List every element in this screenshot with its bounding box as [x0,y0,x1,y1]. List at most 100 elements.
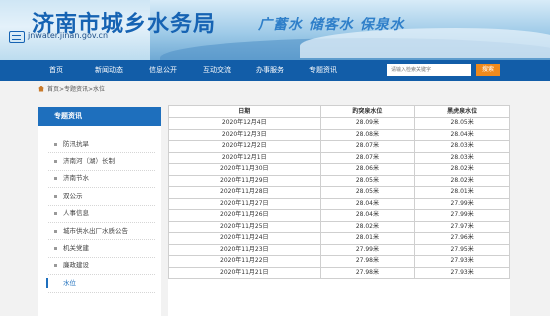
table-row: 2020年12月3日 28.08米 28.04米 [168,128,510,141]
nav-item-services[interactable]: 办事服务 [249,60,291,81]
date-cell: 2020年12月1日 [168,151,321,164]
heihu-spring-level-cell: 27.97米 [414,220,510,233]
date-cell: 2020年12月3日 [168,128,321,141]
date-cell: 2020年12月2日 [168,140,321,153]
sidebar-item-label: 双公示 [63,191,83,200]
heihu-spring-level-cell: 27.93米 [414,266,510,279]
column-header-date: 日期 [168,105,321,118]
nav-item-disclosure[interactable]: 信息公开 [142,60,184,81]
table-row: 2020年11月28日 28.05米 28.01米 [168,186,510,199]
table-row: 2020年11月24日 28.01米 27.96米 [168,232,510,245]
table-header-row: 日期 趵突泉水位 黑虎泉水位 [168,105,510,118]
table-row: 2020年12月1日 28.07米 28.03米 [168,151,510,164]
bullet-icon [54,212,57,216]
bullet-icon [54,177,57,181]
sidebar-item[interactable]: 双公示 [48,188,155,206]
date-cell: 2020年11月26日 [168,209,321,222]
date-cell: 2020年11月22日 [168,255,321,268]
baotu-spring-level-cell: 28.07米 [319,140,416,153]
baotu-spring-level-cell: 28.09米 [319,117,416,130]
baotu-spring-level-cell: 27.99米 [319,243,416,256]
banner-slogan: 广蓄水 储客水 保泉水 [258,17,405,33]
breadcrumb: 首页>专题资讯>水位 [38,84,105,93]
baotu-spring-level-cell: 28.02米 [319,220,416,233]
sidebar-item-label: 济南节水 [63,174,89,183]
date-cell: 2020年11月24日 [168,232,321,245]
sidebar-item-label: 防汛抗旱 [63,139,89,148]
nav-item-topics[interactable]: 专题资讯 [302,60,344,81]
table-row: 2020年11月25日 28.02米 27.97米 [168,220,510,233]
search-input[interactable] [387,64,471,76]
bullet-icon [54,247,57,251]
bullet-icon [54,142,57,146]
table-row: 2020年11月21日 27.98米 27.93米 [168,266,510,279]
site-domain: jnwater.jinan.gov.cn [28,31,109,40]
heihu-spring-level-cell: 28.04米 [414,128,510,141]
date-cell: 2020年11月21日 [168,266,321,279]
heihu-spring-level-cell: 27.95米 [414,243,510,256]
header-banner: 济南市城乡水务局 jnwater.jinan.gov.cn 广蓄水 储客水 保泉… [0,0,550,60]
nav-item-interaction[interactable]: 互动交流 [196,60,238,81]
breadcrumb-text[interactable]: 首页>专题资讯>水位 [47,84,105,93]
baotu-spring-level-cell: 27.98米 [319,266,416,279]
sidebar-item-label: 人事信息 [63,209,89,218]
sidebar-item[interactable]: 城市供水出厂水质公告 [48,223,155,241]
nav-item-news[interactable]: 新闻动态 [88,60,130,81]
sidebar-item-label: 机关党建 [63,244,89,253]
sidebar-item[interactable]: 防汛抗旱 [48,136,155,154]
water-level-table: 日期 趵突泉水位 黑虎泉水位 2020年12月4日 28.09米 28.05米 202… [168,105,510,279]
date-cell: 2020年11月28日 [168,186,321,199]
sidebar-item-label: 廉政建设 [63,261,89,270]
date-cell: 2020年11月25日 [168,220,321,233]
nav-item-home[interactable]: 首页 [42,60,70,81]
heihu-spring-level-cell: 27.96米 [414,232,510,245]
logo-icon[interactable] [9,31,25,43]
baotu-spring-level-cell: 28.05米 [319,174,416,187]
sidebar-item[interactable]: 人事信息 [48,206,155,223]
bullet-icon [54,229,57,233]
date-cell: 2020年11月29日 [168,174,321,187]
baotu-spring-level-cell: 28.04米 [319,197,416,210]
table-row: 2020年12月2日 28.07米 28.03米 [168,140,510,153]
search-button[interactable]: 搜索 [476,64,500,76]
heihu-spring-level-cell: 28.02米 [414,163,510,176]
bullet-icon [54,194,57,198]
baotu-spring-level-cell: 28.01米 [319,232,416,245]
sidebar-item[interactable]: 水位 [46,275,155,293]
sidebar-item[interactable]: 廉政建设 [48,258,155,276]
table-row: 2020年12月4日 28.09米 28.05米 [168,117,510,130]
baotu-spring-level-cell: 28.05米 [319,186,416,199]
table-row: 2020年11月22日 27.98米 27.93米 [168,255,510,268]
sidebar-item-label: 水位 [63,278,76,287]
table-row: 2020年11月27日 28.04米 27.99米 [168,197,510,210]
heihu-spring-level-cell: 28.01米 [414,186,510,199]
sidebar-item-label: 济南河（湖）长制 [63,157,115,166]
table-row: 2020年11月23日 27.99米 27.95米 [168,243,510,256]
heihu-spring-level-cell: 28.03米 [414,140,510,153]
baotu-spring-level-cell: 28.04米 [319,209,416,222]
baotu-spring-level-cell: 28.06米 [319,163,416,176]
sidebar: 专题资讯 防汛抗旱 济南河（湖）长制 济南节水 双公示 人事信息 城市供水出厂水质公告 机关… [38,107,161,316]
active-indicator [46,278,48,289]
date-cell: 2020年11月23日 [168,243,321,256]
heihu-spring-level-cell: 27.93米 [414,255,510,268]
heihu-spring-level-cell: 28.02米 [414,174,510,187]
sidebar-item[interactable]: 济南节水 [48,171,155,189]
baotu-spring-level-cell: 28.07米 [319,151,416,164]
sidebar-list: 防汛抗旱济南河（湖）长制 济南节水双公示人事信息城市供水出厂水质公告 机关党建廉政建… [38,126,161,293]
sidebar-item[interactable]: 机关党建 [48,240,155,258]
table-row: 2020年11月30日 28.06米 28.02米 [168,163,510,176]
bullet-icon [54,160,57,164]
table-row: 2020年11月29日 28.05米 28.02米 [168,174,510,187]
column-header-heihu-spring: 黑虎泉水位 [414,105,510,118]
water-level-table-container: 日期 趵突泉水位 黑虎泉水位 2020年12月4日 28.09米 28.05米 202… [168,105,510,316]
baotu-spring-level-cell: 27.98米 [319,255,416,268]
sidebar-item[interactable]: 济南河（湖）长制 [48,153,155,171]
heihu-spring-level-cell: 28.05米 [414,117,510,130]
home-icon [38,85,44,92]
sidebar-item-label: 城市供水出厂水质公告 [63,226,128,235]
column-header-baotu-spring: 趵突泉水位 [319,105,416,118]
heihu-spring-level-cell: 27.99米 [414,197,510,210]
heihu-spring-level-cell: 27.99米 [414,209,510,222]
table-row: 2020年11月26日 28.04米 27.99米 [168,209,510,222]
